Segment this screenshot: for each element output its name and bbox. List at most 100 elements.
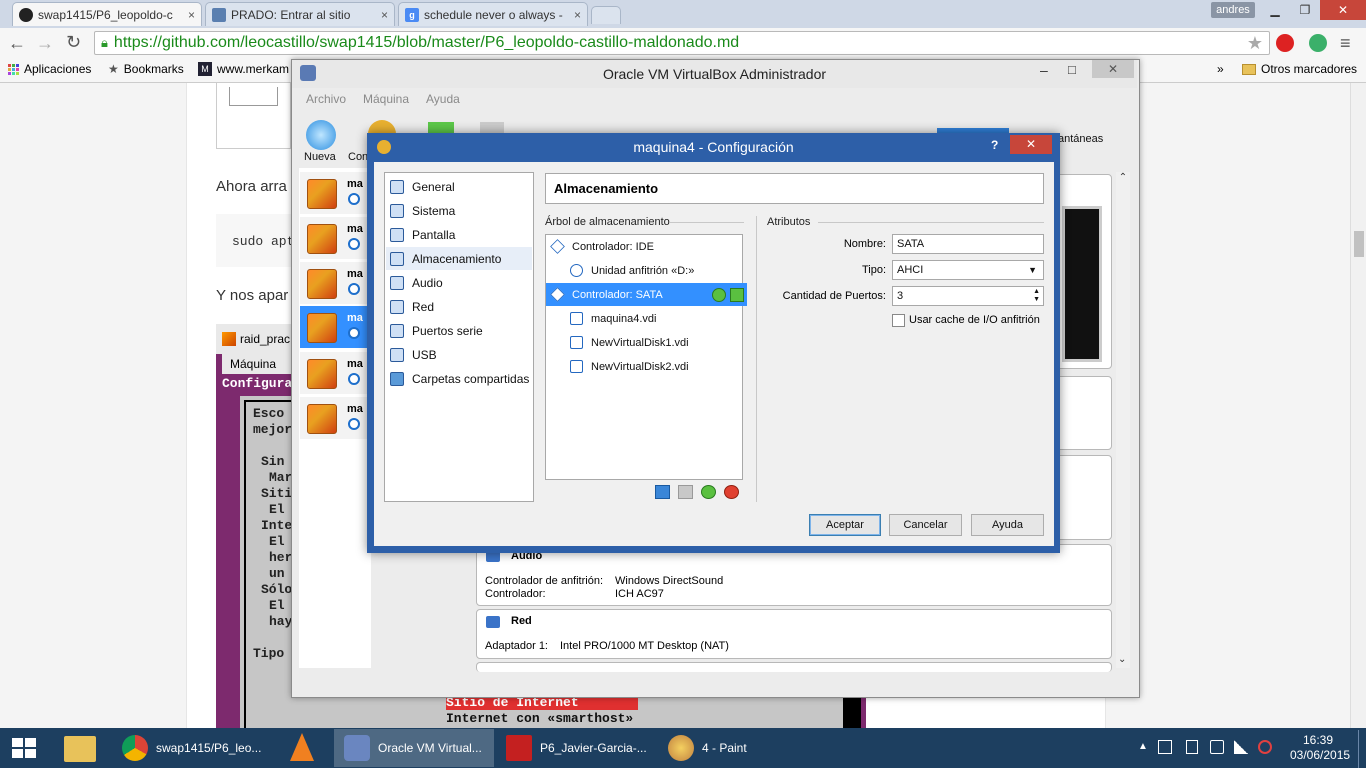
settings-label[interactable]: Con: [348, 151, 368, 163]
tree-disk[interactable]: NewVirtualDisk1.vdi: [546, 331, 766, 354]
restore-icon[interactable]: ❐: [1290, 0, 1320, 20]
close-icon[interactable]: ×: [574, 8, 581, 22]
nav-carpetas-compartidas[interactable]: Carpetas compartidas: [386, 367, 532, 390]
help-button[interactable]: Ayuda: [971, 514, 1044, 536]
menu-ayuda[interactable]: Ayuda: [426, 92, 460, 106]
tab-github[interactable]: swap1415/P6_leopoldo-c ×: [12, 2, 202, 26]
extension-icon[interactable]: [1309, 34, 1327, 52]
terminal-option[interactable]: Internet con «smarthost»: [446, 711, 633, 726]
scroll-up-icon[interactable]: ⌃: [1116, 172, 1130, 183]
file-explorer-icon[interactable]: [64, 736, 96, 762]
splitter[interactable]: [756, 216, 757, 502]
taskbar-pdf[interactable]: P6_Javier-Garcia-...: [496, 729, 656, 767]
ports-spinbox[interactable]: 3 ▲ ▼: [892, 286, 1044, 306]
taskbar-paint[interactable]: 4 - Paint: [658, 729, 818, 767]
tree-label: Controlador: SATA: [572, 288, 663, 301]
close-icon[interactable]: ×: [381, 8, 388, 22]
remove-controller-icon[interactable]: [724, 485, 739, 499]
page-scrollbar[interactable]: [1350, 83, 1366, 728]
tab-google[interactable]: g schedule never o always - ×: [398, 2, 588, 26]
reload-icon[interactable]: ↻: [66, 32, 81, 53]
close-icon[interactable]: ✕: [1092, 60, 1134, 78]
remove-attachment-icon[interactable]: [678, 485, 693, 499]
add-attachment-icon[interactable]: [655, 485, 670, 499]
clock[interactable]: 16:39 03/06/2015: [1290, 733, 1350, 763]
nav-usb[interactable]: USB: [386, 343, 532, 366]
bookmark-merkam[interactable]: M www.merkam: [198, 62, 289, 76]
vm-list-item-selected[interactable]: ma: [300, 306, 370, 348]
windows-start-icon[interactable]: [12, 738, 36, 758]
maximize-icon[interactable]: □: [1068, 62, 1076, 77]
show-desktop-button[interactable]: [1358, 730, 1366, 768]
bookmark-apps[interactable]: Aplicaciones: [8, 62, 91, 76]
bookmark-label: Bookmarks: [123, 62, 184, 76]
details-scrollbar[interactable]: ⌃: [1116, 172, 1130, 668]
menu-archivo[interactable]: Archivo: [306, 92, 346, 106]
snapshots-label[interactable]: antáneas: [1058, 133, 1103, 145]
minimize-icon[interactable]: ▁: [1260, 0, 1290, 20]
tray-device-icon[interactable]: [1210, 740, 1224, 754]
taskbar-chrome[interactable]: swap1415/P6_leo...: [112, 729, 272, 767]
help-icon[interactable]: ?: [991, 138, 998, 152]
new-vm-icon[interactable]: [306, 120, 336, 150]
network-header[interactable]: Red: [511, 615, 532, 627]
taskbar-virtualbox[interactable]: Oracle VM Virtual...: [334, 729, 494, 767]
bookmark-other[interactable]: Otros marcadores: [1242, 62, 1357, 76]
tree-disk[interactable]: NewVirtualDisk2.vdi: [546, 355, 766, 378]
menu-icon[interactable]: ≡: [1340, 33, 1351, 54]
vm-list-item[interactable]: ma: [300, 172, 370, 214]
tray-expand-icon[interactable]: ▲: [1138, 741, 1148, 752]
spin-arrows-icon[interactable]: ▲ ▼: [1033, 288, 1040, 304]
nav-general[interactable]: General: [386, 175, 532, 198]
tree-disk[interactable]: maquina4.vdi: [546, 307, 766, 330]
accept-button[interactable]: Aceptar: [809, 514, 881, 536]
back-icon[interactable]: ←: [8, 33, 26, 54]
scroll-down-icon[interactable]: ⌄: [1118, 654, 1126, 665]
volume-muted-icon[interactable]: [1258, 740, 1272, 754]
menu-maquina[interactable]: Máquina: [363, 92, 409, 106]
wifi-icon[interactable]: [1234, 740, 1248, 754]
terminal-menu[interactable]: Máquina: [222, 354, 292, 374]
type-select[interactable]: AHCI ▼: [892, 260, 1044, 280]
minimize-icon[interactable]: –: [1040, 62, 1048, 78]
tray-app-icon[interactable]: [1186, 740, 1198, 754]
terminal-option-selected[interactable]: Sitio de Internet: [446, 696, 638, 710]
cache-checkbox[interactable]: [892, 314, 905, 327]
cancel-button[interactable]: Cancelar: [889, 514, 962, 536]
add-controller-icon[interactable]: [701, 485, 716, 499]
nav-audio[interactable]: Audio: [386, 271, 532, 294]
address-bar[interactable]: 🔒︎ https://github.com/leocastillo/swap14…: [94, 31, 1270, 55]
power-icon: [348, 327, 360, 339]
adblock-icon[interactable]: [1276, 34, 1294, 52]
vm-name: ma: [347, 358, 363, 370]
power-icon: [348, 283, 360, 295]
bookmark-bookmarks[interactable]: ★ Bookmarks: [108, 62, 184, 76]
nav-red[interactable]: Red: [386, 295, 532, 318]
profile-badge[interactable]: andres: [1211, 2, 1255, 18]
close-icon[interactable]: ✕: [1010, 135, 1052, 154]
network-icon: [486, 616, 500, 628]
nav-pantalla[interactable]: Pantalla: [386, 223, 532, 246]
nav-sistema[interactable]: Sistema: [386, 199, 532, 222]
terminal-line: hay: [269, 614, 293, 629]
new-tab-button[interactable]: [591, 6, 621, 24]
close-icon[interactable]: ×: [188, 8, 195, 22]
bookmarks-overflow[interactable]: »: [1217, 62, 1224, 76]
close-icon[interactable]: ✕: [1320, 0, 1366, 20]
controller-icon: [550, 287, 565, 302]
vlc-icon[interactable]: [290, 733, 314, 761]
nav-almacenamiento[interactable]: Almacenamiento: [386, 247, 532, 270]
name-field[interactable]: SATA: [892, 234, 1044, 254]
vm-list-item[interactable]: ma: [300, 217, 370, 259]
vm-list-item[interactable]: ma: [300, 397, 370, 439]
forward-icon[interactable]: →: [36, 33, 54, 54]
new-vm-label[interactable]: Nueva: [304, 151, 336, 163]
action-center-icon[interactable]: [1158, 740, 1172, 754]
vm-list-item[interactable]: ma: [300, 352, 370, 394]
audio-host-label: Controlador de anfitrión:: [485, 575, 604, 587]
vm-list-item[interactable]: ma: [300, 262, 370, 304]
star-icon[interactable]: ★: [1247, 33, 1263, 54]
tab-prado[interactable]: PRADO: Entrar al sitio ×: [205, 2, 395, 26]
general-icon: [390, 179, 404, 194]
nav-puertos-serie[interactable]: Puertos serie: [386, 319, 532, 342]
